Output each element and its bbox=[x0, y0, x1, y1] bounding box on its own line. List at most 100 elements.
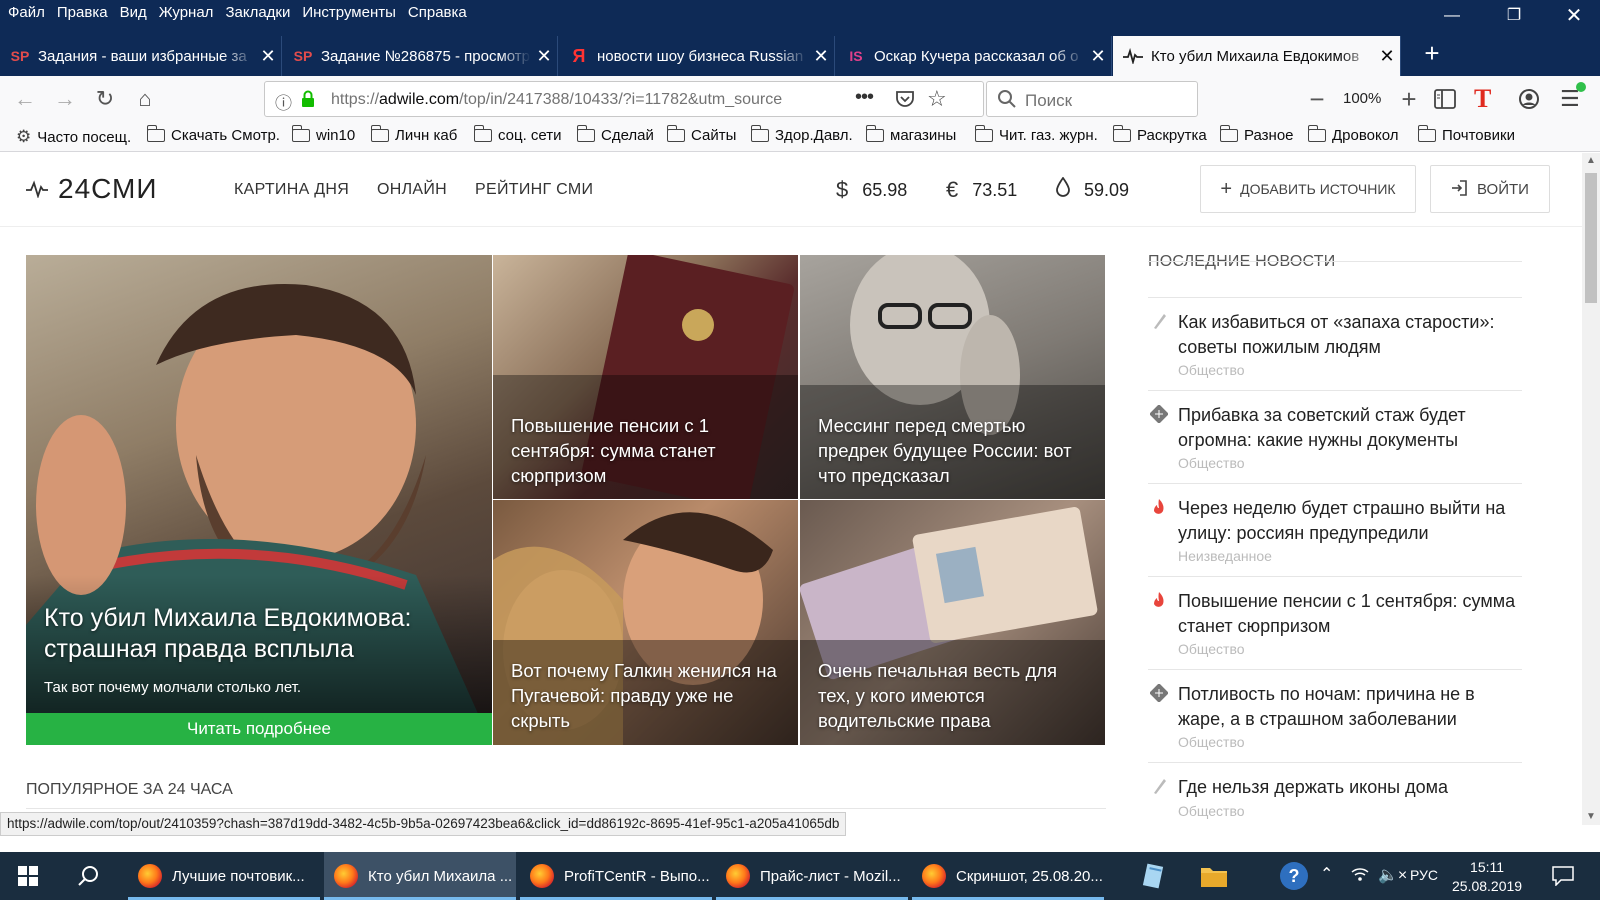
latest-news-title[interactable]: Где нельзя держать иконы дома bbox=[1178, 775, 1518, 800]
latest-news-item[interactable]: Как избавиться от «запаха старости»: сов… bbox=[1148, 297, 1522, 390]
latest-news-category[interactable]: Общество bbox=[1178, 734, 1245, 750]
zoom-in-icon[interactable]: + bbox=[1394, 84, 1424, 114]
system-clock[interactable]: 15:11 25.08.2019 bbox=[1452, 858, 1522, 896]
scrollbar-thumb[interactable] bbox=[1585, 173, 1597, 303]
bookmark-folder[interactable]: Скачать Смотр. bbox=[146, 125, 280, 144]
notepad-app-icon[interactable] bbox=[1140, 862, 1168, 895]
file-explorer-icon[interactable] bbox=[1200, 864, 1228, 893]
menu-tools[interactable]: Инструменты bbox=[298, 2, 404, 23]
windows-start-icon[interactable] bbox=[18, 866, 38, 891]
volume-muted-icon[interactable]: 🔈× bbox=[1378, 865, 1407, 885]
menu-file[interactable]: Файл bbox=[4, 2, 53, 23]
menu-edit[interactable]: Правка bbox=[53, 2, 116, 23]
reload-icon[interactable]: ↻ bbox=[90, 84, 120, 114]
bookmark-star-icon[interactable]: ☆ bbox=[927, 86, 947, 112]
search-bar[interactable]: Поиск bbox=[986, 81, 1198, 117]
latest-news-title[interactable]: Прибавка за советский стаж будет огромна… bbox=[1178, 403, 1518, 453]
bookmark-folder[interactable]: win10 bbox=[291, 125, 355, 144]
menu-help[interactable]: Справка bbox=[404, 2, 475, 23]
bookmark-folder[interactable]: Личн каб bbox=[370, 125, 457, 144]
bookmark-folder[interactable]: Дровокол bbox=[1307, 125, 1398, 144]
site-logo[interactable]: 24СМИ bbox=[26, 173, 158, 205]
tab-zadanie-286875[interactable]: SP Задание №286875 - просмотр ✕ bbox=[283, 36, 558, 76]
scroll-up-icon[interactable]: ▲ bbox=[1586, 155, 1596, 166]
tab-close-icon[interactable]: ✕ bbox=[1374, 46, 1400, 67]
url-bar[interactable]: ⓘ https://adwile.com/top/in/2417388/1043… bbox=[264, 81, 984, 117]
page-actions-icon[interactable]: ••• bbox=[855, 86, 874, 109]
forward-arrow-icon[interactable]: → bbox=[50, 84, 80, 114]
latest-news-item[interactable]: Через неделю будет страшно выйти на улиц… bbox=[1148, 483, 1522, 576]
translate-extension-icon[interactable]: T bbox=[1474, 84, 1491, 114]
menu-view[interactable]: Вид bbox=[116, 2, 155, 23]
zoom-level[interactable]: 100% bbox=[1343, 90, 1381, 107]
taskbar-app-firefox[interactable]: ProfiTCentR - Выпо... bbox=[520, 852, 712, 900]
main-story-title[interactable]: Кто убил Михаила Евдокимова: страшная пр… bbox=[44, 603, 474, 665]
wifi-icon[interactable] bbox=[1350, 866, 1370, 887]
info-icon[interactable]: ⓘ bbox=[275, 89, 292, 114]
bookmark-folder[interactable]: Сделай bbox=[576, 125, 654, 144]
pocket-icon[interactable] bbox=[895, 89, 915, 114]
login-button[interactable]: ВОЙТИ bbox=[1430, 165, 1550, 213]
latest-news-item[interactable]: Потливость по ночам: причина не в жаре, … bbox=[1148, 669, 1522, 762]
latest-news-category[interactable]: Общество bbox=[1178, 641, 1245, 657]
new-tab-button[interactable]: + bbox=[1412, 36, 1452, 72]
latest-news-title[interactable]: Как избавиться от «запаха старости»: сов… bbox=[1178, 310, 1518, 360]
language-indicator[interactable]: РУС bbox=[1410, 867, 1438, 883]
read-more-button[interactable]: Читать подробнее bbox=[26, 713, 492, 745]
story-title[interactable]: Повышение пенсии с 1 сентября: сумма ста… bbox=[511, 413, 771, 488]
tab-active-evdokimov[interactable]: Кто убил Михаила Евдокимов ✕ bbox=[1113, 36, 1401, 76]
restore-button[interactable]: ❐ bbox=[1494, 4, 1534, 28]
story-card-pension[interactable]: Повышение пенсии с 1 сентября: сумма ста… bbox=[493, 255, 798, 499]
latest-news-item[interactable]: Прибавка за советский стаж будет огромна… bbox=[1148, 390, 1522, 483]
bookmark-folder[interactable]: магазины bbox=[865, 125, 956, 144]
latest-news-item[interactable]: Где нельзя держать иконы дома Общество bbox=[1148, 762, 1522, 825]
story-card-galkin[interactable]: Вот почему Галкин женился на Пугачевой: … bbox=[493, 500, 798, 745]
tab-zadaniya[interactable]: SP Задания - ваши избранные за ✕ bbox=[0, 36, 282, 76]
tab-close-icon[interactable]: ✕ bbox=[808, 46, 834, 67]
add-source-button[interactable]: + ДОБАВИТЬ ИСТОЧНИК bbox=[1200, 165, 1416, 213]
menu-bookmarks[interactable]: Закладки bbox=[221, 2, 298, 23]
tab-close-icon[interactable]: ✕ bbox=[1085, 46, 1111, 67]
bookmark-folder[interactable]: Чит. газ. журн. bbox=[974, 125, 1098, 144]
nav-media-rating[interactable]: РЕЙТИНГ СМИ bbox=[475, 181, 593, 199]
bookmark-folder[interactable]: Здор.Давл. bbox=[750, 125, 853, 144]
latest-news-title[interactable]: Повышение пенсии с 1 сентября: сумма ста… bbox=[1178, 589, 1518, 639]
tab-close-icon[interactable]: ✕ bbox=[255, 46, 281, 67]
story-title[interactable]: Вот почему Галкин женился на Пугачевой: … bbox=[511, 658, 791, 733]
bookmark-folder[interactable]: Раскрутка bbox=[1112, 125, 1207, 144]
zoom-out-icon[interactable]: − bbox=[1302, 84, 1332, 114]
url-text[interactable]: https://adwile.com/top/in/2417388/10433/… bbox=[331, 91, 831, 109]
latest-news-category[interactable]: Общество bbox=[1178, 803, 1245, 819]
search-icon[interactable] bbox=[78, 865, 100, 892]
latest-news-category[interactable]: Общество bbox=[1178, 455, 1245, 471]
bookmark-most-visited[interactable]: ⚙ Часто посещ. bbox=[16, 127, 131, 147]
taskbar-app-firefox[interactable]: Прайс-лист - Mozil... bbox=[716, 852, 908, 900]
bookmark-folder[interactable]: Почтовики bbox=[1417, 125, 1515, 144]
story-card-messing[interactable]: Мессинг перед смертью предрек будущее Ро… bbox=[800, 255, 1105, 499]
sidebar-icon[interactable] bbox=[1434, 89, 1456, 114]
latest-news-category[interactable]: Общество bbox=[1178, 362, 1245, 378]
nav-picture-of-day[interactable]: КАРТИНА ДНЯ bbox=[234, 181, 349, 199]
main-story-card[interactable]: Кто убил Михаила Евдокимова: страшная пр… bbox=[26, 255, 492, 745]
tab-close-icon[interactable]: ✕ bbox=[531, 46, 557, 67]
tab-oskar-kuchera[interactable]: IS Оскар Кучера рассказал об о ✕ bbox=[836, 36, 1112, 76]
bookmark-folder[interactable]: Сайты bbox=[666, 125, 736, 144]
home-icon[interactable]: ⌂ bbox=[130, 84, 160, 114]
help-tray-icon[interactable]: ? bbox=[1280, 862, 1308, 890]
bookmark-folder[interactable]: Разное bbox=[1219, 125, 1294, 144]
latest-news-title[interactable]: Через неделю будет страшно выйти на улиц… bbox=[1178, 496, 1518, 546]
action-center-icon[interactable] bbox=[1552, 866, 1574, 891]
account-extension-icon[interactable] bbox=[1518, 88, 1540, 115]
story-title[interactable]: Очень печальная весть для тех, у кого им… bbox=[818, 658, 1088, 733]
minimize-button[interactable]: — bbox=[1432, 4, 1472, 28]
taskbar-app-firefox[interactable]: Лучшие почтовик... bbox=[128, 852, 320, 900]
scroll-down-icon[interactable]: ▼ bbox=[1586, 811, 1596, 822]
tab-yandex-news[interactable]: Я новости шоу бизнеса Russian ✕ bbox=[559, 36, 835, 76]
taskbar-app-firefox[interactable]: Скриншот, 25.08.20... bbox=[912, 852, 1104, 900]
nav-online[interactable]: ОНЛАЙН bbox=[377, 181, 447, 199]
menu-history[interactable]: Журнал bbox=[155, 2, 222, 23]
close-window-button[interactable]: ✕ bbox=[1554, 4, 1594, 28]
story-title[interactable]: Мессинг перед смертью предрек будущее Ро… bbox=[818, 413, 1088, 488]
page-scrollbar[interactable]: ▲ ▼ bbox=[1582, 153, 1600, 825]
latest-news-title[interactable]: Потливость по ночам: причина не в жаре, … bbox=[1178, 682, 1518, 732]
